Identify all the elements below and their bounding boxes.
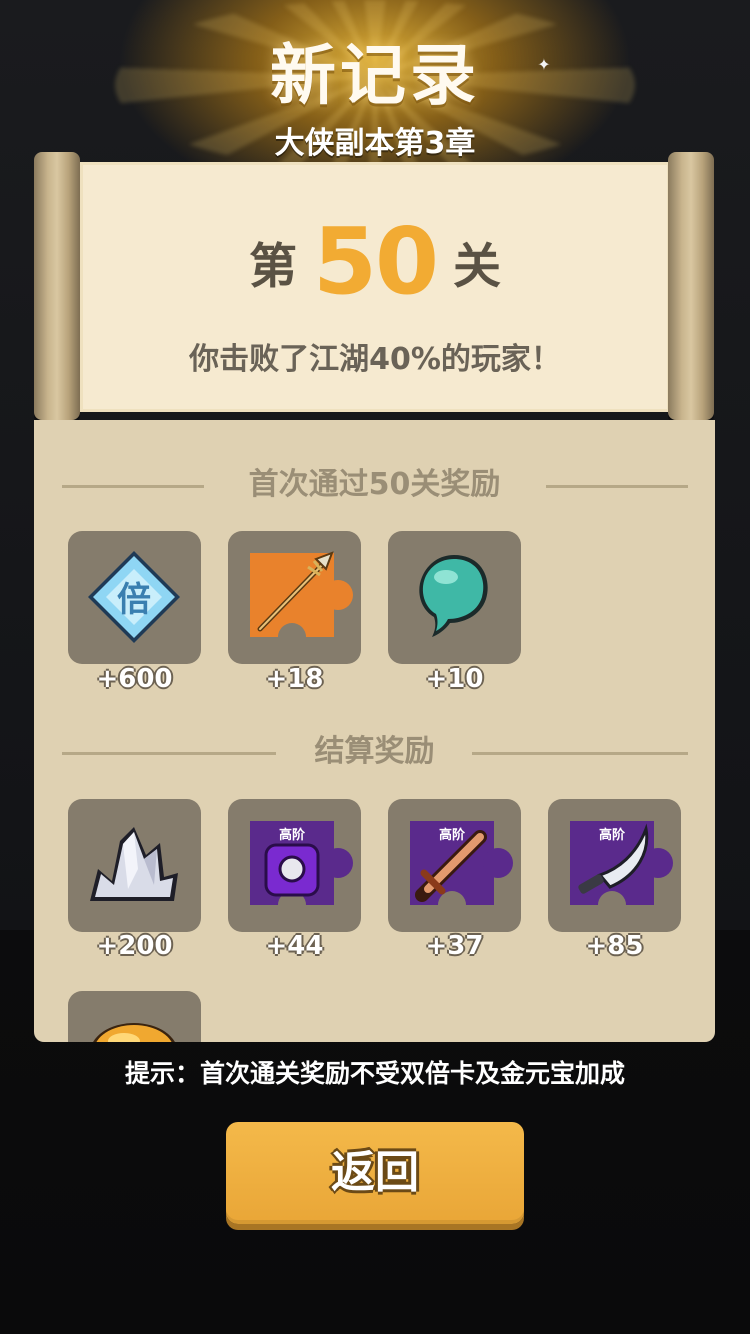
reward-qty: +85 <box>585 931 644 961</box>
tier-tag: 高阶 <box>439 827 466 843</box>
settlement-label: 结算奖励 <box>314 734 435 769</box>
gold-ingot-icon <box>93 1023 175 1042</box>
reward-panel[interactable]: 首次通过50关奖励 倍 +600 +18 +10 结算奖励 +200 高阶 +4… <box>34 420 715 1042</box>
crystal-icon <box>90 827 178 901</box>
spear-fragment-icon <box>250 551 353 651</box>
back-button[interactable]: 返回 <box>226 1122 524 1224</box>
hint-text: 提示：首次通关奖励不受双倍卡及金元宝加成 <box>124 1059 625 1088</box>
chapter-subtitle: 大侠副本第3章 <box>274 126 476 161</box>
scroll-roll-left <box>34 152 80 420</box>
reward-item-crystal[interactable] <box>68 799 201 932</box>
tier-tag: 高阶 <box>599 827 626 843</box>
reward-qty: +44 <box>265 931 324 961</box>
page-title: 新记录 <box>270 37 480 114</box>
reward-item-saber-fragment[interactable]: 高阶 <box>548 799 681 932</box>
scroll-roll-right <box>668 152 714 420</box>
beat-percentage-text: 你击败了江湖40%的玩家！ <box>189 342 561 377</box>
reward-qty: +18 <box>265 664 324 694</box>
reward-item-gold-ingot[interactable] <box>68 991 201 1042</box>
reward-qty: +10 <box>425 664 484 694</box>
reward-item-double-card[interactable]: 倍 <box>68 531 201 664</box>
reward-item-armor-fragment[interactable]: 高阶 <box>228 799 361 932</box>
double-card-badge: 倍 <box>117 580 151 620</box>
stage-suffix: 关 <box>453 238 502 295</box>
stage-number: 50 <box>312 208 439 315</box>
tier-tag: 高阶 <box>279 827 306 843</box>
reward-item-sword-fragment[interactable]: 高阶 <box>388 799 521 932</box>
saber-fragment-icon: 高阶 <box>570 821 673 919</box>
armor-fragment-icon: 高阶 <box>250 821 353 919</box>
first-clear-label: 首次通过50关奖励 <box>248 467 501 502</box>
reward-item-spear-fragment[interactable] <box>228 531 361 664</box>
reward-qty: +600 <box>96 664 173 694</box>
first-clear-header: 首次通过50关奖励 <box>34 465 715 505</box>
settlement-header: 结算奖励 <box>34 732 715 772</box>
reward-item-jade-bead[interactable] <box>388 531 521 664</box>
sword-fragment-icon: 高阶 <box>410 821 513 919</box>
stage-line: 第 50 关 <box>80 208 670 315</box>
reward-qty: +37 <box>425 931 484 961</box>
reward-qty: +200 <box>96 931 173 961</box>
double-card-icon: 倍 <box>88 551 180 643</box>
jade-bead-icon <box>419 555 488 637</box>
stage-prefix: 第 <box>248 238 297 295</box>
